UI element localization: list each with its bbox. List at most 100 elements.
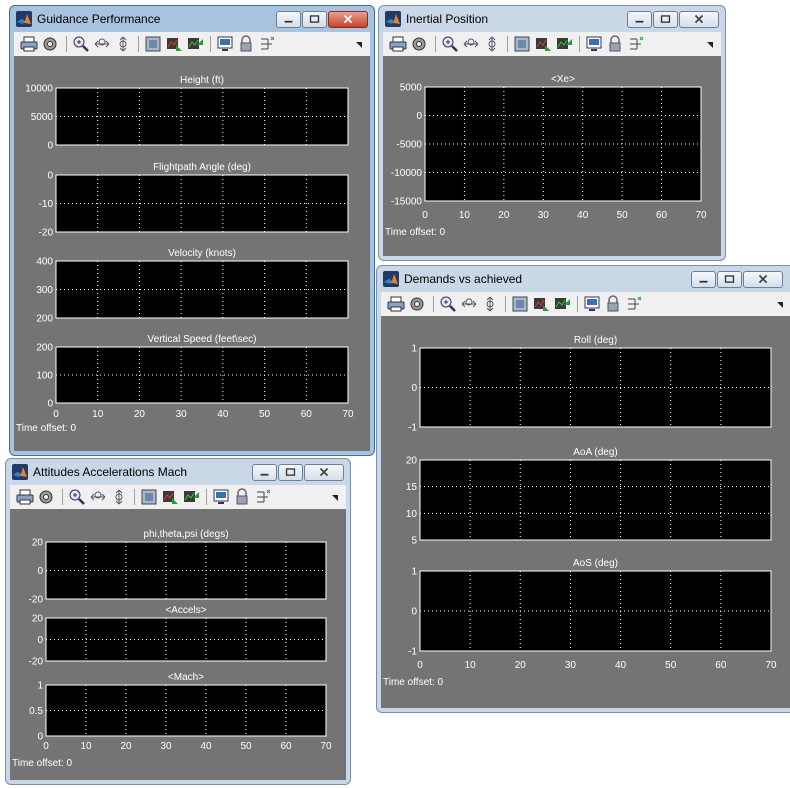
x-tick-label: 40 <box>615 660 627 671</box>
y-tick-label: -1 <box>408 423 417 434</box>
signal-selection-icon <box>261 36 275 50</box>
print-icon <box>389 36 407 52</box>
zoom-x-button[interactable] <box>460 295 478 313</box>
toolbar-options-button[interactable] <box>350 35 368 53</box>
maximize-button[interactable] <box>653 11 678 28</box>
close-button[interactable] <box>304 464 344 481</box>
zoom-button[interactable] <box>68 488 86 506</box>
axes-0: -1 0 1 Roll (deg) <box>408 335 772 434</box>
guidance-performance-window[interactable]: Guidance Performance 0 5000 10000 Height (f… <box>9 5 375 456</box>
lock-axes-button[interactable] <box>237 35 255 53</box>
scope-axes: -15000 -10000 -5000 0 5000 <Xe> 0 10 20 30 40 50 60 7… <box>391 74 707 221</box>
parameters-button[interactable] <box>410 35 428 53</box>
parameters-button[interactable] <box>41 35 59 53</box>
plot-area[interactable] <box>424 86 702 202</box>
zoom-y-button[interactable] <box>483 35 501 53</box>
autoscale-button[interactable] <box>513 35 531 53</box>
signal-selection-button[interactable] <box>254 488 272 506</box>
save-axes-button[interactable] <box>532 295 550 313</box>
signal-selection-button[interactable] <box>627 35 645 53</box>
save-axes-button[interactable] <box>165 35 183 53</box>
minimize-button[interactable] <box>276 11 301 28</box>
parameters-icon <box>43 37 57 51</box>
print-button[interactable] <box>16 488 34 506</box>
save-axes-icon <box>167 38 182 51</box>
floating-scope-button[interactable] <box>216 35 234 53</box>
zoom-y-button[interactable] <box>114 35 132 53</box>
zoom-button[interactable] <box>441 35 459 53</box>
zoom-button[interactable] <box>439 295 457 313</box>
y-tick-label: -10000 <box>391 168 423 179</box>
close-button[interactable] <box>328 11 368 28</box>
zoom-x-button[interactable] <box>462 35 480 53</box>
parameters-button[interactable] <box>408 295 426 313</box>
restore-axes-button[interactable] <box>182 488 200 506</box>
title-bar[interactable]: Inertial Position <box>379 6 725 32</box>
zoom-x-button[interactable] <box>89 488 107 506</box>
print-button[interactable] <box>389 35 407 53</box>
parameters-button[interactable] <box>37 488 55 506</box>
print-button[interactable] <box>20 35 38 53</box>
print-icon <box>387 296 405 312</box>
axes-title: Vertical Speed (feet\sec) <box>148 334 257 345</box>
scope-axes: 0500010000Height (ft)-20-100Flightpath A… <box>25 75 354 420</box>
floating-scope-button[interactable] <box>585 35 603 53</box>
maximize-button[interactable] <box>278 464 303 481</box>
demands-vs-achieved-window[interactable]: Demands vs achieved -1 0 1 Roll (deg) 5 10 15 2… <box>376 265 790 713</box>
save-axes-button[interactable] <box>161 488 179 506</box>
minimize-button[interactable] <box>627 11 652 28</box>
maximize-button[interactable] <box>302 11 327 28</box>
axes-title: phi,theta,psi (degs) <box>143 529 228 540</box>
y-tick-label: 0 <box>47 171 53 182</box>
minimize-button[interactable] <box>691 271 716 288</box>
zoom-y-icon <box>486 296 494 312</box>
restore-axes-button[interactable] <box>555 35 573 53</box>
signal-selection-button[interactable] <box>625 295 643 313</box>
x-tick-label: 50 <box>617 210 629 221</box>
lock-axes-button[interactable] <box>604 295 622 313</box>
title-bar[interactable]: Demands vs achieved <box>377 266 790 292</box>
print-button[interactable] <box>387 295 405 313</box>
toolbar-separator <box>577 296 578 312</box>
x-tick-label: 50 <box>240 741 252 752</box>
autoscale-button[interactable] <box>140 488 158 506</box>
zoom-y-button[interactable] <box>481 295 499 313</box>
inertial-position-window[interactable]: Inertial Position -15000 -10000 -5000 0 5000… <box>378 5 726 261</box>
matlab-logo-icon <box>383 271 399 287</box>
zoom-button[interactable] <box>72 35 90 53</box>
autoscale-button[interactable] <box>144 35 162 53</box>
toolbar-options-button[interactable] <box>326 488 344 506</box>
floating-scope-button[interactable] <box>583 295 601 313</box>
plot-area[interactable] <box>419 459 772 541</box>
lock-axes-icon <box>607 295 619 312</box>
autoscale-button[interactable] <box>511 295 529 313</box>
zoom-y-icon <box>119 36 127 52</box>
y-tick-label: -10 <box>39 199 54 210</box>
save-axes-button[interactable] <box>534 35 552 53</box>
floating-scope-button[interactable] <box>212 488 230 506</box>
axes-3: 0 100 200 Vertical Speed (feet\sec) <box>36 334 349 410</box>
parameters-icon <box>412 37 426 51</box>
toolbar-options-button[interactable] <box>771 295 789 313</box>
close-button[interactable] <box>743 271 783 288</box>
x-tick-label: 30 <box>160 741 172 752</box>
signal-selection-button[interactable] <box>258 35 276 53</box>
title-bar[interactable]: Guidance Performance <box>10 6 374 32</box>
x-tick-label: 40 <box>200 741 212 752</box>
close-button[interactable] <box>679 11 719 28</box>
attitudes-accelerations-mach-window[interactable]: Attitudes Accelerations Mach -20 0 20 phi,t… <box>5 458 351 785</box>
title-bar[interactable]: Attitudes Accelerations Mach <box>6 459 350 485</box>
zoom-x-button[interactable] <box>93 35 111 53</box>
lock-axes-button[interactable] <box>606 35 624 53</box>
zoom-y-button[interactable] <box>110 488 128 506</box>
lock-axes-button[interactable] <box>233 488 251 506</box>
x-tick-label: 10 <box>459 210 471 221</box>
minimize-button[interactable] <box>252 464 277 481</box>
y-tick-label: -1 <box>408 647 417 658</box>
toolbar-options-button[interactable] <box>701 35 719 53</box>
restore-axes-button[interactable] <box>553 295 571 313</box>
restore-axes-button[interactable] <box>186 35 204 53</box>
maximize-button[interactable] <box>717 271 742 288</box>
x-tick-label: 0 <box>53 409 59 420</box>
scope-figure: -15000 -10000 -5000 0 5000 <Xe> 0 10 20 30 40 50 60 7… <box>383 56 721 256</box>
